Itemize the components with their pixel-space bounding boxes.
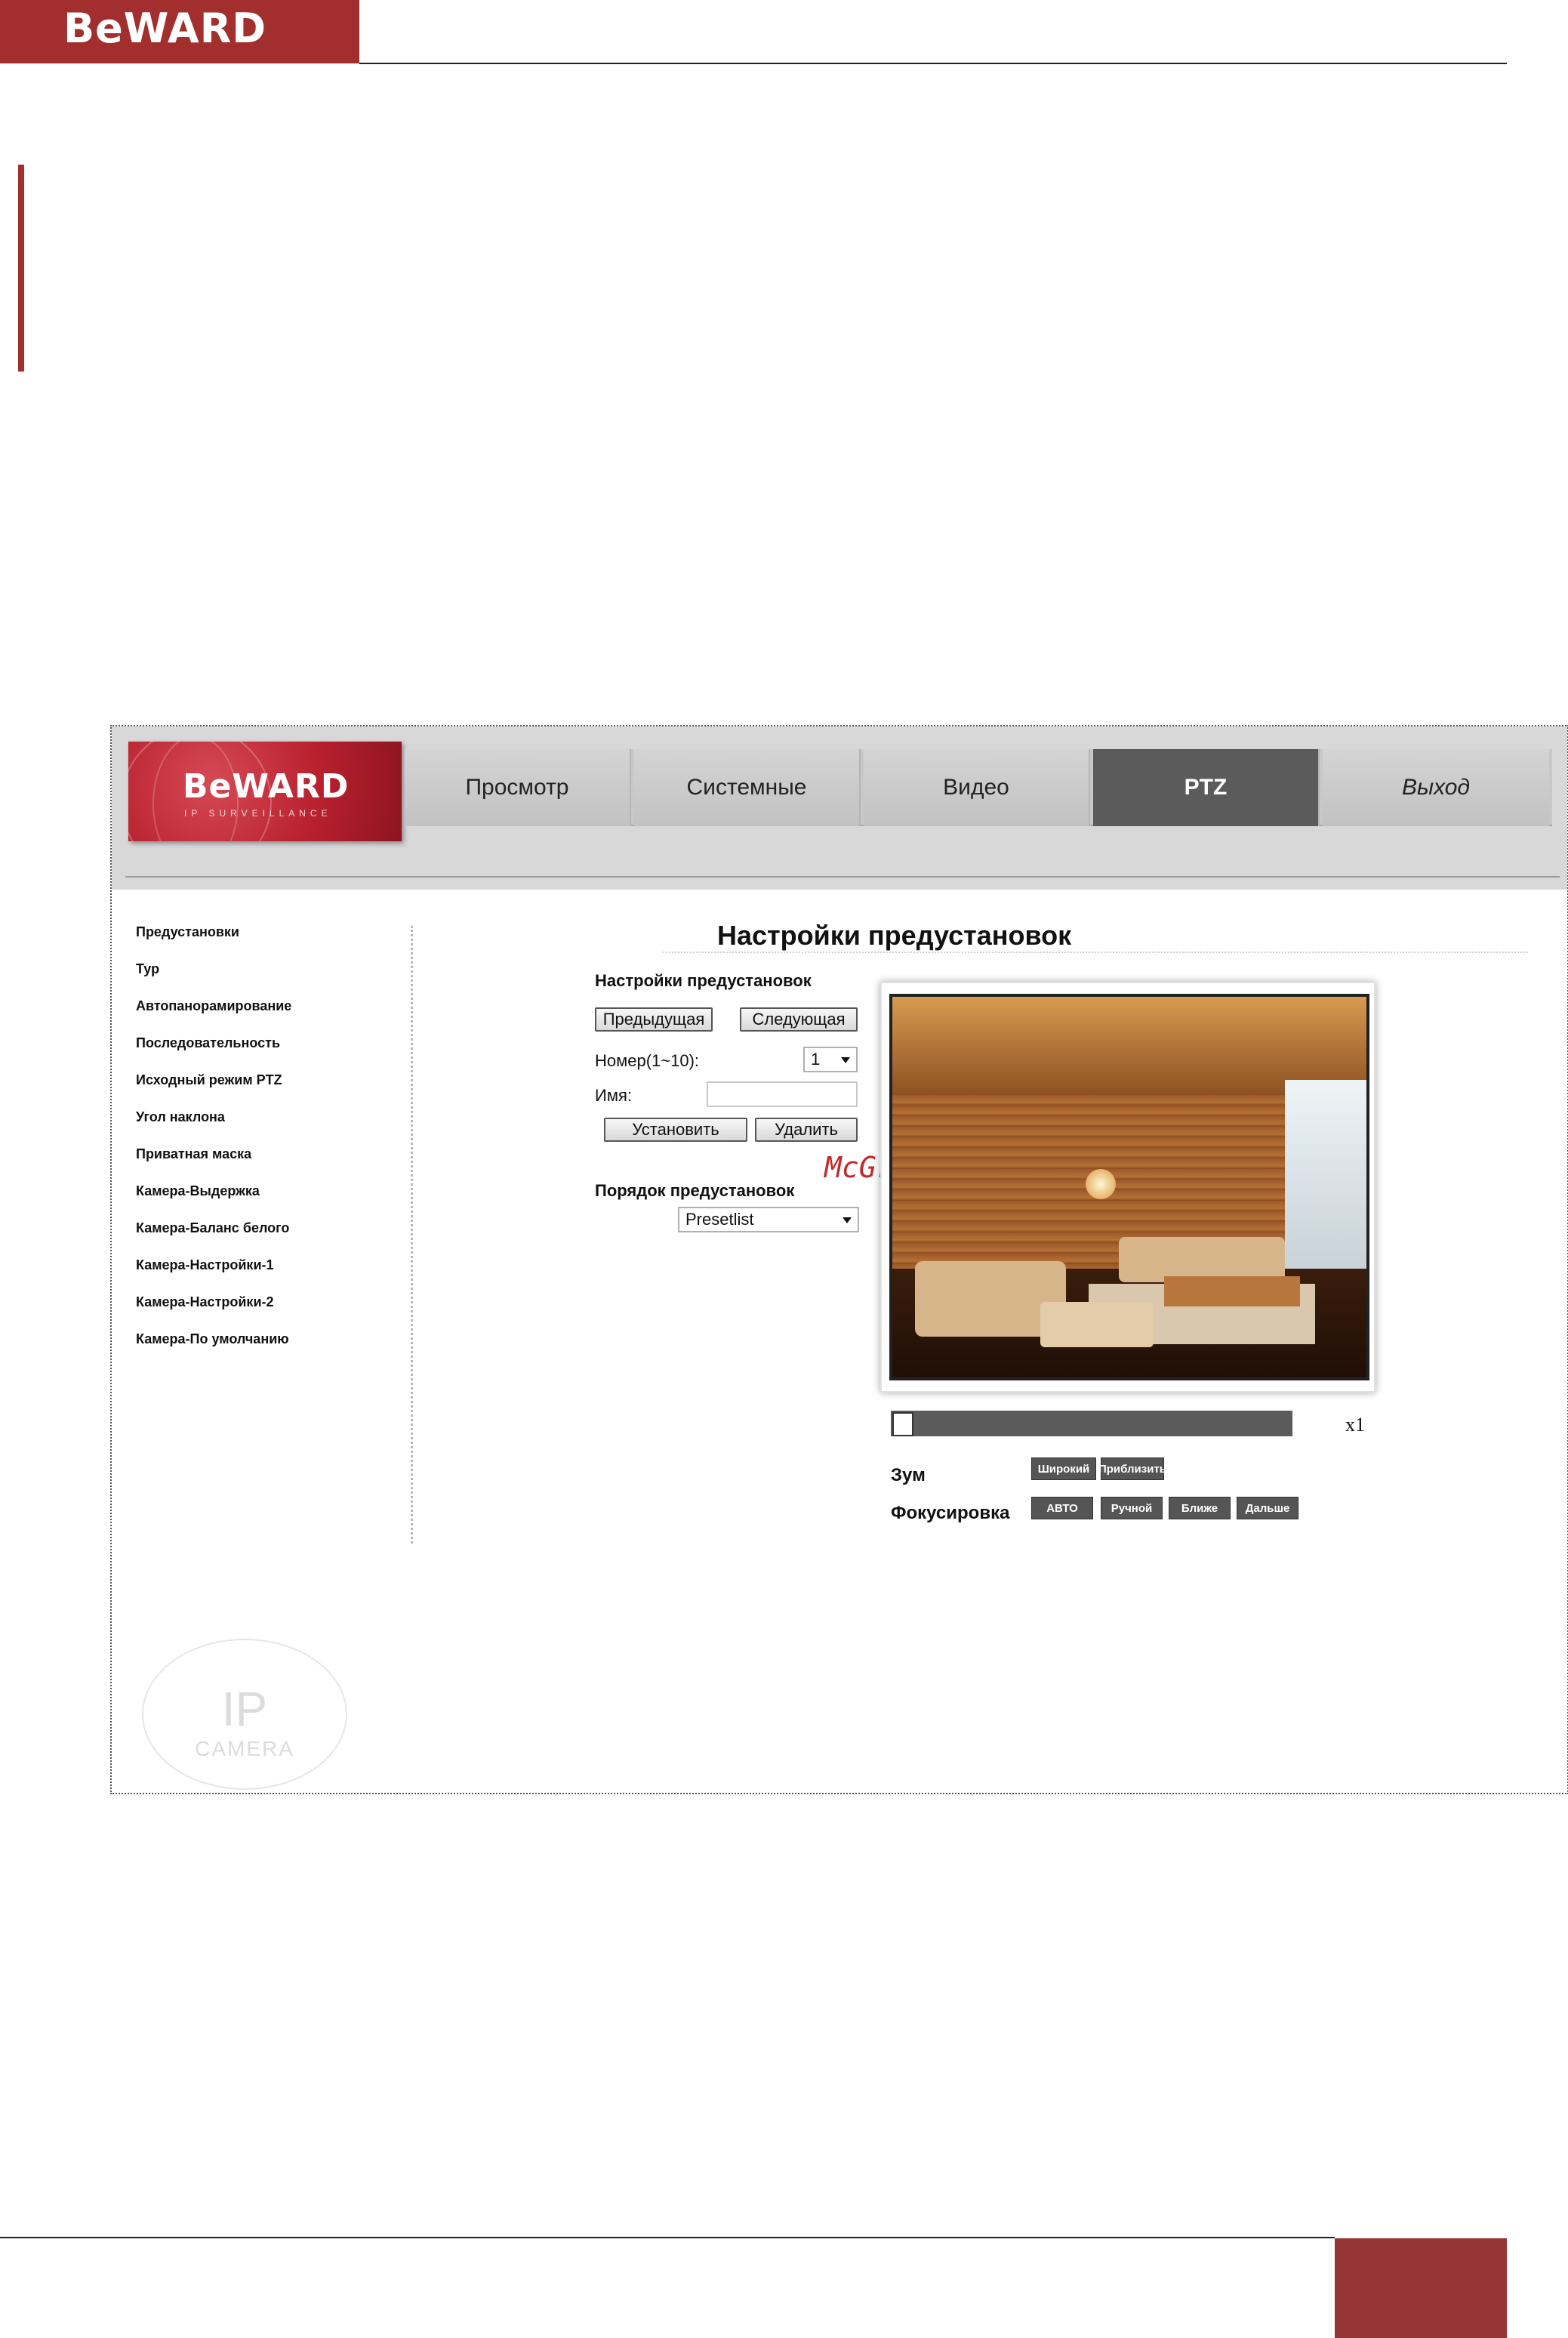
ip-camera-watermark: IP CAMERA [142, 1639, 347, 1790]
sidebar-item-privacy-mask[interactable]: Приватная маска [136, 1146, 408, 1183]
title-divider [663, 952, 1528, 953]
focus-near-button[interactable]: Ближе [1169, 1497, 1231, 1519]
room-sofa-back [1119, 1237, 1285, 1282]
tab-logout[interactable]: Выход [1323, 749, 1549, 826]
delete-preset-button[interactable]: Удалить [755, 1118, 858, 1142]
document-footer-rule [0, 2237, 1335, 2238]
sidebar-item-sequence[interactable]: Последовательность [136, 1035, 408, 1072]
brand-subtitle: IP SURVEILLANCE [184, 808, 332, 819]
focus-auto-button[interactable]: АВТО [1031, 1497, 1093, 1519]
tab-view[interactable]: Просмотр [405, 749, 631, 826]
zoom-slider-track[interactable] [891, 1411, 1292, 1436]
sidebar-item-home-mode[interactable]: Исходный режим PTZ [136, 1072, 408, 1109]
header-divider [125, 876, 1560, 878]
chevron-down-icon [843, 1217, 852, 1223]
sidebar-item-autopan[interactable]: Автопанорамирование [136, 998, 408, 1035]
sidebar-item-camera-white-balance[interactable]: Камера-Баланс белого [136, 1220, 408, 1257]
focus-far-button[interactable]: Дальше [1237, 1497, 1298, 1519]
sidebar-item-camera-defaults[interactable]: Камера-По умолчанию [136, 1331, 408, 1368]
focus-manual-button[interactable]: Ручной [1101, 1497, 1163, 1519]
tab-ptz[interactable]: PTZ [1093, 749, 1320, 826]
sidebar-item-camera-shutter[interactable]: Камера-Выдержка [136, 1183, 408, 1220]
document-header-logo-block: BeWARD [0, 0, 359, 63]
room-lamp [1086, 1169, 1116, 1199]
document-header-logo: BeWARD [63, 5, 267, 52]
chevron-down-icon [841, 1057, 850, 1063]
document-header-rule [359, 63, 1507, 64]
main-nav: Просмотр Системные Видео PTZ Выход [405, 749, 1552, 826]
room-window [1285, 1080, 1366, 1269]
sidebar-item-camera-settings-2[interactable]: Камера-Настройки-2 [136, 1294, 408, 1331]
live-view-frame [880, 982, 1375, 1393]
brand-logo: BeWARD IP SURVEILLANCE [128, 742, 402, 841]
sidebar-item-tilt-angle[interactable]: Угол наклона [136, 1109, 408, 1146]
zoom-level-readout: x1 [1345, 1414, 1365, 1436]
watermark-camera-text: CAMERA [195, 1737, 294, 1760]
ptz-sidebar: Предустановки Тур Автопанорамирование По… [136, 924, 408, 1368]
zoom-slider-thumb[interactable] [892, 1412, 913, 1436]
tab-system[interactable]: Системные [634, 749, 861, 826]
focus-label: Фокусировка [891, 1503, 1010, 1523]
live-view-image[interactable] [889, 994, 1369, 1380]
document-side-accent [18, 165, 24, 372]
sidebar-item-camera-settings-1[interactable]: Камера-Настройки-1 [136, 1257, 408, 1294]
sidebar-item-tour[interactable]: Тур [136, 961, 408, 998]
preset-order-select[interactable]: Presetlist [678, 1207, 859, 1232]
camera-web-ui-screenshot: BeWARD IP SURVEILLANCE Просмотр Системны… [110, 725, 1568, 1794]
room-coffee-table [1164, 1276, 1300, 1306]
zoom-tele-button[interactable]: Приблизить [1098, 1457, 1166, 1480]
sidebar-item-presets[interactable]: Предустановки [136, 924, 408, 961]
preset-number-value: 1 [811, 1050, 821, 1069]
set-preset-button[interactable]: Установить [604, 1118, 747, 1142]
previous-preset-button[interactable]: Предыдущая [595, 1007, 713, 1032]
preset-order-value: Presetlist [685, 1210, 754, 1229]
preset-number-label: Номер(1~10): [595, 1051, 700, 1070]
room-ottoman [1040, 1302, 1154, 1347]
sidebar-divider [411, 926, 413, 1544]
preset-order-label: Порядок предустановок [595, 1181, 795, 1200]
document-page-number-block [1335, 2238, 1507, 2338]
preset-name-label: Имя: [595, 1086, 632, 1105]
tab-video[interactable]: Видео [864, 749, 1090, 826]
preset-number-select[interactable]: 1 [803, 1047, 858, 1072]
brand-name: BeWARD [183, 767, 350, 806]
zoom-wide-button[interactable]: Широкий [1031, 1457, 1096, 1480]
page-title: Настройки предустановок [717, 920, 1072, 951]
zoom-label: Зум [891, 1465, 926, 1485]
preset-section-label: Настройки предустановок [595, 971, 812, 990]
next-preset-button[interactable]: Следующая [740, 1007, 858, 1032]
preset-name-input[interactable] [707, 1081, 858, 1107]
watermark-ip-text: IP [221, 1682, 268, 1736]
